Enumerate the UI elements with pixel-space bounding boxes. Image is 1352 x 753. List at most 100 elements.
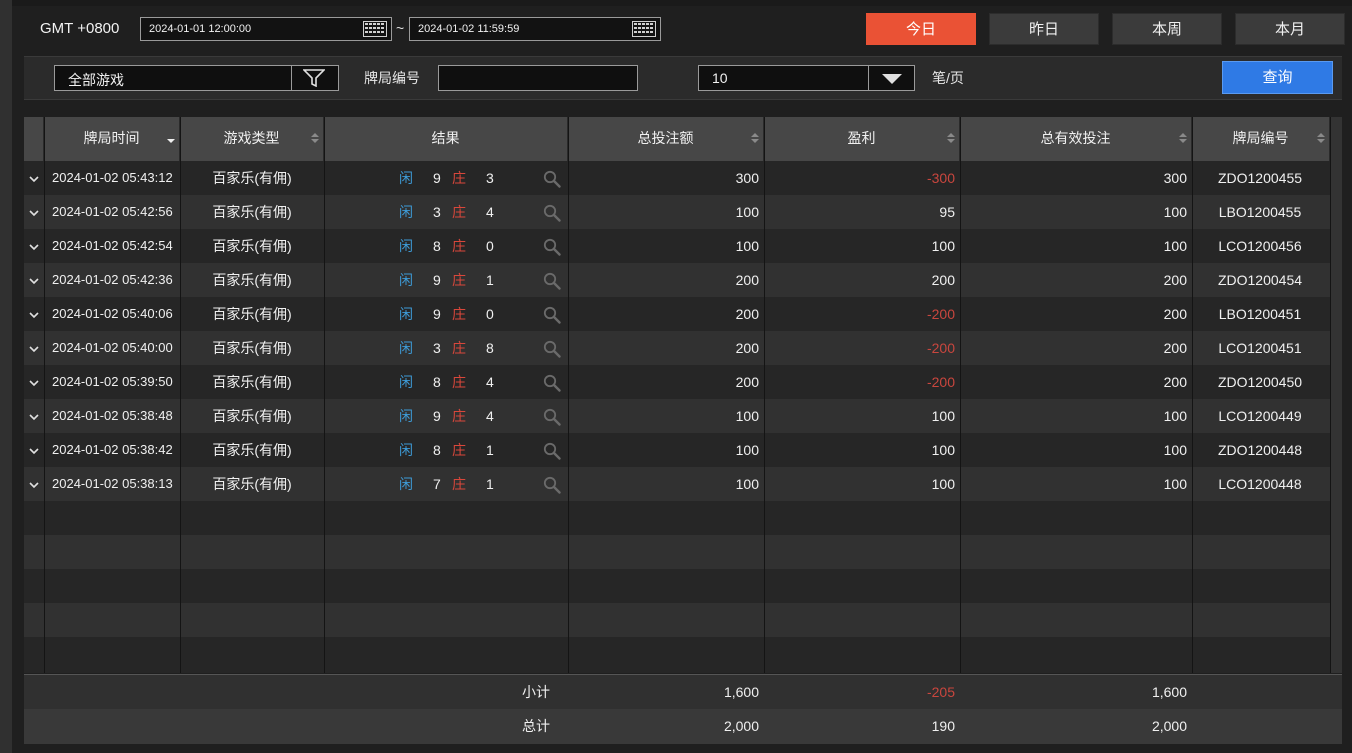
expand-row-toggle[interactable]	[24, 195, 44, 229]
expand-row-toggle[interactable]	[24, 297, 44, 331]
sort-icon[interactable]	[311, 131, 319, 145]
magnifier-icon[interactable]	[543, 306, 561, 324]
expand-row-toggle[interactable]	[24, 399, 44, 433]
banker-label: 庄	[452, 442, 466, 458]
sort-icon[interactable]	[947, 131, 955, 145]
column-total-bet[interactable]: 总投注额	[568, 117, 764, 161]
query-button[interactable]: 查询	[1222, 61, 1333, 94]
column-profit[interactable]: 盈利	[764, 117, 960, 161]
valid-bet-cell: 100	[1163, 408, 1187, 424]
expand-row-toggle[interactable]	[24, 263, 44, 297]
table-row[interactable]: 2024-01-02 05:38:42 百家乐(有佣) 闲 8 庄 1 100 100 100 Z…	[24, 433, 1342, 467]
magnifier-icon[interactable]	[543, 238, 561, 256]
banker-score: 0	[486, 238, 494, 254]
table-row[interactable]: 2024-01-02 05:38:13 百家乐(有佣) 闲 7 庄 1 100 100 100 L…	[24, 467, 1342, 501]
magnifier-icon[interactable]	[543, 340, 561, 358]
expand-chevron-icon[interactable]	[29, 346, 39, 353]
magnifier-icon[interactable]	[543, 442, 561, 460]
table-row[interactable]: 2024-01-02 05:43:12 百家乐(有佣) 闲 9 庄 3 300 -300 300…	[24, 161, 1342, 195]
round-id-cell[interactable]: LCO1200456	[1192, 229, 1328, 263]
magnifier-icon[interactable]	[543, 204, 561, 222]
table-scrollbar[interactable]	[1330, 117, 1342, 673]
expand-chevron-icon[interactable]	[29, 482, 39, 489]
expand-chevron-icon[interactable]	[29, 448, 39, 455]
player-label: 闲	[399, 306, 413, 322]
valid-bet-cell: 300	[1163, 170, 1187, 186]
expand-row-toggle[interactable]	[24, 229, 44, 263]
yesterday-button[interactable]: 昨日	[989, 13, 1099, 45]
round-number-label: 牌局编号	[364, 70, 420, 86]
table-row[interactable]: 2024-01-02 05:42:54 百家乐(有佣) 闲 8 庄 0 100 100 100 L…	[24, 229, 1342, 263]
expand-chevron-icon[interactable]	[29, 244, 39, 251]
expand-chevron-icon[interactable]	[29, 210, 39, 217]
table-header: 牌局时间 游戏类型 结果 总投注额 盈利 总有效投注 牌局编号	[24, 117, 1342, 161]
calendar-icon[interactable]	[632, 21, 656, 37]
magnifier-icon[interactable]	[543, 408, 561, 426]
expand-row-toggle[interactable]	[24, 433, 44, 467]
magnifier-icon[interactable]	[543, 476, 561, 494]
calendar-icon[interactable]	[363, 21, 387, 37]
profit-cell: 95	[939, 204, 955, 220]
expand-chevron-icon[interactable]	[29, 176, 39, 183]
game-select[interactable]: 全部游戏	[54, 65, 339, 91]
expand-row-toggle[interactable]	[24, 365, 44, 399]
round-id-cell[interactable]: LCO1200451	[1192, 331, 1328, 365]
round-number-input[interactable]	[438, 65, 638, 91]
player-score: 9	[433, 408, 441, 424]
banker-label: 庄	[452, 238, 466, 254]
subtotal-bet: 1,600	[723, 684, 759, 700]
round-time-cell: 2024-01-02 05:40:06	[52, 306, 173, 321]
round-id-cell[interactable]: ZDO1200454	[1192, 263, 1328, 297]
expand-chevron-icon[interactable]	[29, 414, 39, 421]
profit-cell: 100	[931, 408, 955, 424]
expand-row-toggle[interactable]	[24, 467, 44, 501]
table-row[interactable]: 2024-01-02 05:42:36 百家乐(有佣) 闲 9 庄 1 200 200 200 Z…	[24, 263, 1342, 297]
magnifier-icon[interactable]	[543, 374, 561, 392]
expand-chevron-icon[interactable]	[29, 380, 39, 387]
expand-chevron-icon[interactable]	[29, 312, 39, 319]
banker-label: 庄	[452, 340, 466, 356]
column-valid-bet[interactable]: 总有效投注	[960, 117, 1192, 161]
magnifier-icon[interactable]	[543, 272, 561, 290]
range-separator: ~	[396, 20, 405, 36]
round-id-cell[interactable]: ZDO1200455	[1192, 161, 1328, 195]
filter-icon[interactable]	[303, 69, 325, 87]
banker-label: 庄	[452, 476, 466, 492]
round-id-cell[interactable]: LBO1200455	[1192, 195, 1328, 229]
column-round-id[interactable]: 牌局编号	[1192, 117, 1330, 161]
table-row[interactable]: 2024-01-02 05:40:06 百家乐(有佣) 闲 9 庄 0 200 -200 200…	[24, 297, 1342, 331]
divider	[291, 66, 292, 90]
sort-desc-icon[interactable]	[167, 131, 175, 145]
table-row[interactable]: 2024-01-02 05:38:48 百家乐(有佣) 闲 9 庄 4 100 100 100 L…	[24, 399, 1342, 433]
today-button[interactable]: 今日	[866, 13, 976, 45]
round-id-cell[interactable]: ZDO1200448	[1192, 433, 1328, 467]
table-row[interactable]: 2024-01-02 05:39:50 百家乐(有佣) 闲 8 庄 4 200 -200 200…	[24, 365, 1342, 399]
start-datetime-input[interactable]: 2024-01-01 12:00:00	[140, 17, 392, 41]
table-row[interactable]: 2024-01-02 05:40:00 百家乐(有佣) 闲 3 庄 8 200 -200 200…	[24, 331, 1342, 365]
page-size-select[interactable]: 10	[698, 65, 915, 91]
round-id-cell[interactable]: ZDO1200450	[1192, 365, 1328, 399]
expand-chevron-icon[interactable]	[29, 278, 39, 285]
sort-icon[interactable]	[751, 131, 759, 145]
player-label: 闲	[399, 476, 413, 492]
end-datetime-input[interactable]: 2024-01-02 11:59:59	[409, 17, 661, 41]
round-id-cell[interactable]: LCO1200448	[1192, 467, 1328, 501]
game-type-cell: 百家乐(有佣)	[212, 476, 292, 492]
round-id-cell[interactable]: LBO1200451	[1192, 297, 1328, 331]
magnifier-icon[interactable]	[543, 170, 561, 188]
table-row[interactable]: 2024-01-02 05:42:56 百家乐(有佣) 闲 3 庄 4 100 95 100 LB…	[24, 195, 1342, 229]
column-round-time[interactable]: 牌局时间	[44, 117, 180, 161]
this-week-button[interactable]: 本周	[1112, 13, 1222, 45]
caret-down-icon[interactable]	[881, 73, 903, 85]
column-game-type[interactable]: 游戏类型	[180, 117, 324, 161]
sort-icon[interactable]	[1179, 131, 1187, 145]
player-score: 3	[433, 340, 441, 356]
sort-icon[interactable]	[1317, 131, 1325, 145]
column-divider	[44, 117, 45, 673]
expand-row-toggle[interactable]	[24, 331, 44, 365]
total-bet-cell: 100	[735, 238, 759, 254]
round-id-cell[interactable]: LCO1200449	[1192, 399, 1328, 433]
this-month-button[interactable]: 本月	[1235, 13, 1345, 45]
player-score: 7	[433, 476, 441, 492]
expand-row-toggle[interactable]	[24, 161, 44, 195]
